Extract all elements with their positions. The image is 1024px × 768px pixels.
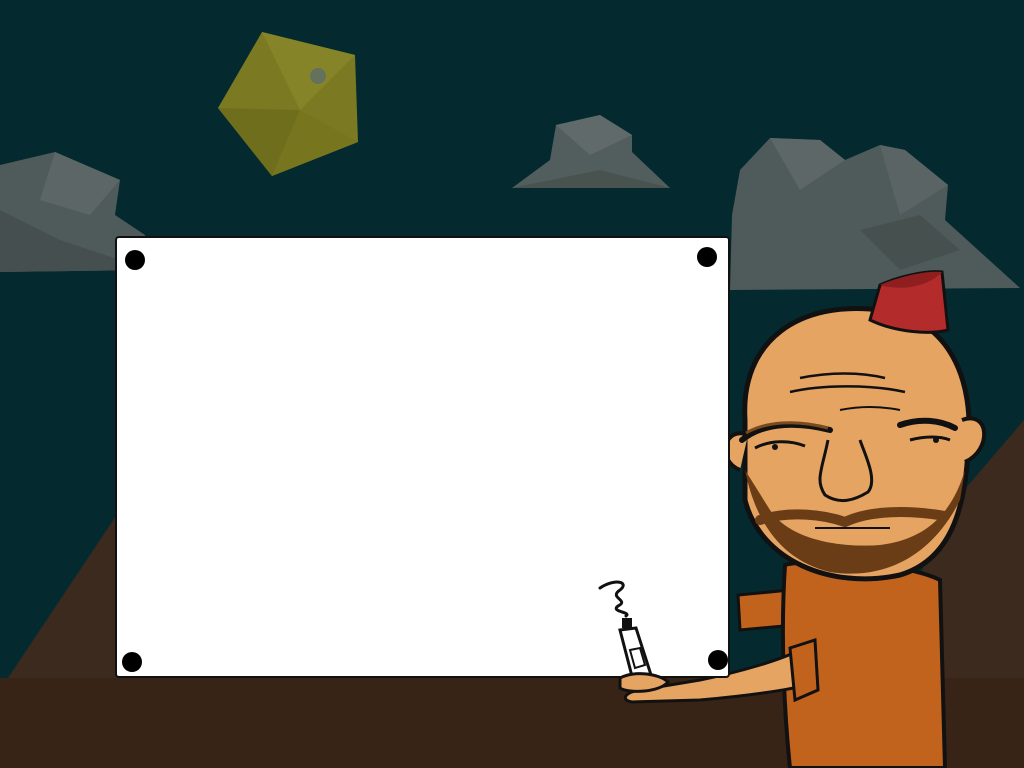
pin-bottom-right [708, 650, 728, 670]
pin-bottom-left [122, 652, 142, 672]
spray-bottle-icon [598, 580, 670, 693]
pin-top-right [697, 247, 717, 267]
pin-top-left [125, 250, 145, 270]
